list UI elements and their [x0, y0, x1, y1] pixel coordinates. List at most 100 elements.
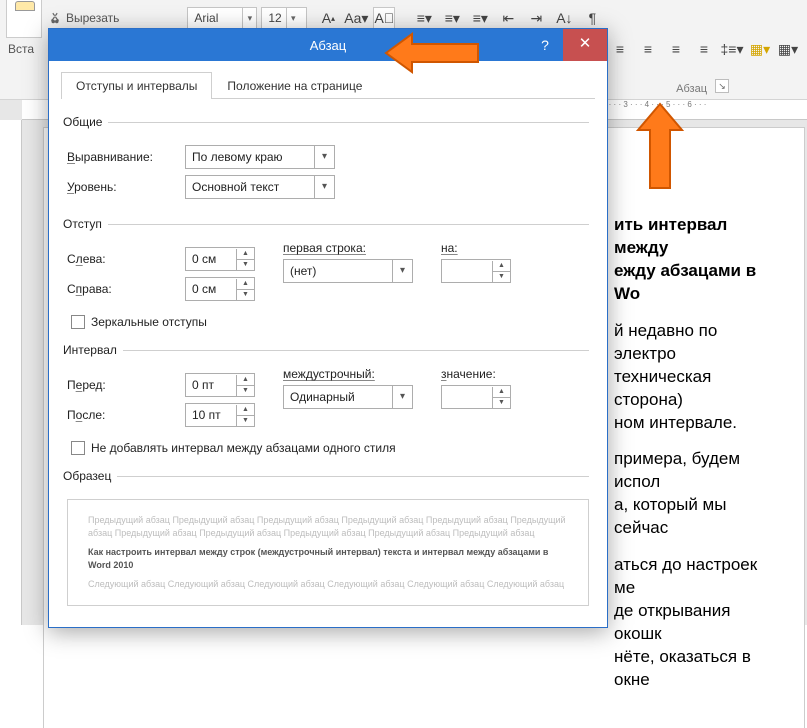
- font-size-value: 12: [262, 11, 285, 25]
- no-space-label: Не добавлять интервал между абзацами одн…: [91, 441, 396, 455]
- sort-icon[interactable]: A↓: [553, 7, 575, 29]
- label-outline-level: Уровень:: [67, 180, 175, 194]
- spin-up-icon[interactable]: ▲: [237, 405, 254, 416]
- paragraph-icons-row2: ≡ ≡ ≡ ≡ ‡≡▾ ▦▾ ▦▾: [609, 38, 799, 60]
- font-name-combo[interactable]: Arial ▾: [187, 7, 257, 29]
- shading-icon[interactable]: ▦▾: [749, 38, 771, 60]
- dialog-titlebar[interactable]: Абзац ? ✕: [49, 29, 607, 61]
- doc-heading: ить интервал междуежду абзацами в Wo: [614, 214, 774, 306]
- multilevel-icon[interactable]: ≡▾: [469, 7, 491, 29]
- label-indent-left: Слева:: [67, 252, 175, 266]
- label-line-spacing: междустрочный:: [283, 367, 413, 381]
- preview-sample: Как настроить интервал между строк (межд…: [88, 546, 568, 572]
- outline-level-combo[interactable]: Основной текст ▾: [185, 175, 335, 199]
- space-after-spinner[interactable]: 10 пт ▲▼: [185, 403, 255, 427]
- spin-down-icon[interactable]: ▼: [237, 416, 254, 426]
- indent-left-spinner[interactable]: 0 см ▲▼: [185, 247, 255, 271]
- spin-up-icon[interactable]: ▲: [237, 249, 254, 260]
- change-case-icon[interactable]: Aa▾: [345, 7, 367, 29]
- tab-line-page-breaks[interactable]: Положение на странице: [212, 72, 377, 99]
- group-label-paragraph: Абзац: [676, 83, 707, 95]
- dialog-title: Абзац: [310, 38, 346, 53]
- font-name-value: Arial: [188, 11, 242, 25]
- label-alignment: ВВыравнивание:ыравнивание:: [67, 150, 175, 164]
- label-after: После:: [67, 408, 175, 422]
- paragraph-dialog: Абзац ? ✕ Отступы и интервалы Положение …: [48, 28, 608, 628]
- decrease-indent-icon[interactable]: ⇤: [497, 7, 519, 29]
- paragraph-dialog-launcher[interactable]: ↘: [715, 79, 729, 93]
- doc-paragraph: й недавно по электротехническая сторона)…: [614, 320, 774, 435]
- chevron-down-icon: ▾: [242, 8, 256, 28]
- help-button[interactable]: ?: [527, 29, 563, 61]
- group-general: Общие ВВыравнивание:ыравнивание: По лево…: [67, 115, 589, 207]
- legend-spacing: Интервал: [63, 343, 123, 357]
- mirror-indents-checkbox[interactable]: Зеркальные отступы: [71, 315, 589, 329]
- label-indent-right: Справа:: [67, 282, 175, 296]
- spin-up-icon[interactable]: ▲: [237, 375, 254, 386]
- legend-indent: Отступ: [63, 217, 108, 231]
- chevron-down-icon: ▾: [392, 260, 412, 282]
- chevron-down-icon: ▾: [314, 146, 334, 168]
- numbering-icon[interactable]: ≡▾: [441, 7, 463, 29]
- spin-up-icon[interactable]: ▲: [493, 261, 510, 272]
- line-spacing-combo[interactable]: Одинарный ▾: [283, 385, 413, 409]
- label-before: Перед:: [67, 378, 175, 392]
- line-spacing-icon[interactable]: ‡≡▾: [721, 38, 743, 60]
- paragraph-icons-group: ≡▾ ≡▾ ≡▾ ⇤ ⇥ A↓ ¶: [413, 7, 603, 29]
- font-size-combo[interactable]: 12 ▾: [261, 7, 307, 29]
- align-right-icon[interactable]: ≡: [665, 38, 687, 60]
- borders-icon[interactable]: ▦▾: [777, 38, 799, 60]
- spin-down-icon[interactable]: ▼: [493, 272, 510, 282]
- spin-down-icon[interactable]: ▼: [237, 290, 254, 300]
- group-spacing: Интервал Перед: 0 пт ▲▼ После: 10 пт: [67, 343, 589, 459]
- spin-up-icon[interactable]: ▲: [237, 279, 254, 290]
- cut-label: Вырезать: [66, 11, 119, 25]
- font-icons-group: A▴ Aa▾ A⃠: [317, 7, 395, 29]
- no-space-same-style-checkbox[interactable]: Не добавлять интервал между абзацами одн…: [71, 441, 589, 455]
- grow-font-icon[interactable]: A▴: [317, 7, 339, 29]
- justify-icon[interactable]: ≡: [693, 38, 715, 60]
- chevron-down-icon: ▾: [314, 176, 334, 198]
- paste-icon[interactable]: [6, 0, 42, 38]
- legend-general: Общие: [63, 115, 108, 129]
- preview-after: Следующий абзац Следующий абзац Следующи…: [88, 578, 568, 591]
- cut-button[interactable]: Вырезать: [48, 11, 119, 25]
- label-first-line: первая строка:: [283, 241, 413, 255]
- spin-down-icon[interactable]: ▼: [237, 260, 254, 270]
- dialog-tabs: Отступы и интервалы Положение на страниц…: [61, 71, 595, 99]
- close-button[interactable]: ✕: [563, 29, 607, 61]
- label-by: на:: [441, 241, 511, 255]
- checkbox-icon: [71, 315, 85, 329]
- scissors-icon: [48, 11, 62, 25]
- group-preview: Образец Предыдущий абзац Предыдущий абза…: [67, 469, 589, 614]
- spin-up-icon[interactable]: ▲: [493, 387, 510, 398]
- bullets-icon[interactable]: ≡▾: [413, 7, 435, 29]
- doc-paragraph: примера, будем испола, который мы сейчас: [614, 448, 774, 540]
- clear-format-icon[interactable]: A⃠: [373, 7, 395, 29]
- align-center-icon[interactable]: ≡: [637, 38, 659, 60]
- spin-down-icon[interactable]: ▼: [493, 398, 510, 408]
- indent-right-spinner[interactable]: 0 см ▲▼: [185, 277, 255, 301]
- label-value: значение:: [441, 367, 511, 381]
- tab-indents-spacing[interactable]: Отступы и интервалы: [61, 72, 212, 99]
- first-line-combo[interactable]: (нет) ▾: [283, 259, 413, 283]
- outline-level-value: Основной текст: [186, 180, 314, 194]
- doc-paragraph: аться до настроек меде открывания окошкн…: [614, 554, 774, 692]
- preview-before: Предыдущий абзац Предыдущий абзац Предыд…: [88, 514, 568, 540]
- mirror-indents-label: Зеркальные отступы: [91, 315, 207, 329]
- alignment-combo[interactable]: По левому краю ▾: [185, 145, 335, 169]
- increase-indent-icon[interactable]: ⇥: [525, 7, 547, 29]
- vertical-ruler[interactable]: [0, 120, 22, 625]
- paste-label: Вста: [8, 42, 34, 56]
- first-line-by-spinner[interactable]: ▲▼: [441, 259, 511, 283]
- align-left-icon[interactable]: ≡: [609, 38, 631, 60]
- preview-box: Предыдущий абзац Предыдущий абзац Предыд…: [67, 499, 589, 606]
- spin-down-icon[interactable]: ▼: [237, 386, 254, 396]
- alignment-value: По левому краю: [186, 150, 314, 164]
- pilcrow-icon[interactable]: ¶: [581, 7, 603, 29]
- chevron-down-icon: ▾: [392, 386, 412, 408]
- group-indent: Отступ Слева: 0 см ▲▼ Справа: 0 см: [67, 217, 589, 333]
- line-spacing-value-spinner[interactable]: ▲▼: [441, 385, 511, 409]
- space-before-spinner[interactable]: 0 пт ▲▼: [185, 373, 255, 397]
- checkbox-icon: [71, 441, 85, 455]
